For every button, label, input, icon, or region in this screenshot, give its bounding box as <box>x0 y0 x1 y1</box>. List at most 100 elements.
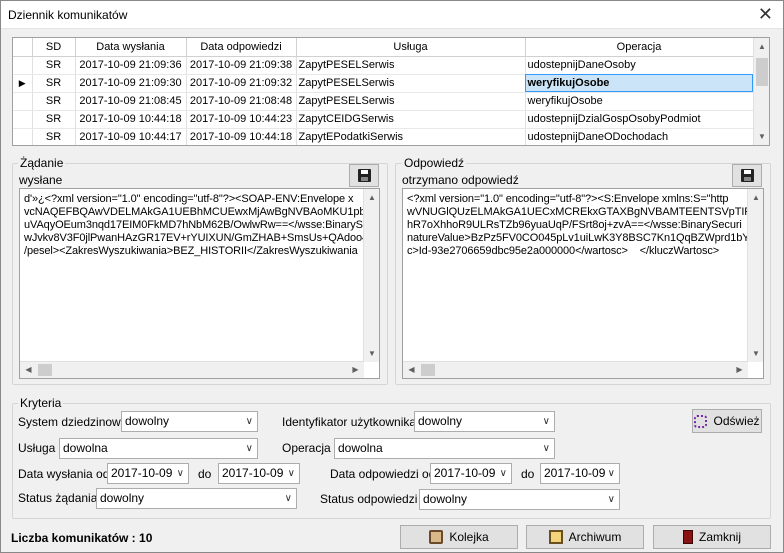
refresh-button[interactable]: Odśwież <box>692 409 762 433</box>
cell-sd[interactable]: SR <box>32 74 76 93</box>
chevron-down-icon: ∨ <box>607 468 615 479</box>
cell-sent-date[interactable]: 2017-10-09 21:09:36 <box>75 56 187 75</box>
response-vertical-scrollbar[interactable]: ▲ ▼ <box>747 189 763 362</box>
cell-sent-date[interactable]: 2017-10-09 21:08:45 <box>75 92 187 111</box>
request-textbox[interactable]: d'»¿<?xml version="1.0" encoding="utf-8"… <box>19 188 380 379</box>
title-bar: Dziennik komunikatów ✕ <box>1 1 783 29</box>
reply-to-date[interactable]: 2017-10-09 ∨ <box>540 463 620 484</box>
response-textbox[interactable]: <?xml version="1.0" encoding="utf-8"?><S… <box>402 188 764 379</box>
cell-sent-date[interactable]: 2017-10-09 10:44:18 <box>75 110 187 129</box>
cell-service[interactable]: ZapytEPodatkiSerwis <box>296 128 526 145</box>
save-request-button[interactable] <box>349 164 379 187</box>
queue-icon <box>429 530 444 544</box>
cell-sd[interactable]: SR <box>32 110 76 129</box>
cell-sd[interactable]: SR <box>32 56 76 75</box>
reply-to-value: 2017-10-09 <box>544 466 606 480</box>
cell-operation[interactable]: weryfikujOsobe <box>525 92 754 111</box>
cell-reply-date[interactable]: 2017-10-09 21:09:38 <box>186 56 297 75</box>
save-response-button[interactable] <box>732 164 762 187</box>
scroll-down-icon[interactable]: ▼ <box>364 345 379 362</box>
queue-button[interactable]: Kolejka <box>400 525 518 549</box>
sent-from-date[interactable]: 2017-10-09 ∨ <box>107 463 189 484</box>
column-header-service[interactable]: Usługa <box>296 38 526 57</box>
chevron-down-icon: ∨ <box>287 468 295 479</box>
cell-service[interactable]: ZapytPESELSerwis <box>296 56 526 75</box>
row-indicator <box>13 128 33 145</box>
close-icon[interactable]: ✕ <box>758 4 773 24</box>
scroll-left-icon[interactable]: ◀ <box>20 362 37 378</box>
cell-operation[interactable]: udostepnijDaneOsoby <box>525 56 754 75</box>
cell-operation[interactable]: udostepnijDzialGospOsobyPodmiot <box>525 110 754 129</box>
reply-from-date[interactable]: 2017-10-09 ∨ <box>430 463 512 484</box>
cell-service[interactable]: ZapytCEIDGSerwis <box>296 110 526 129</box>
cell-reply-date[interactable]: 2017-10-09 10:44:23 <box>186 110 297 129</box>
column-header-sd[interactable]: SD <box>32 38 76 57</box>
service-label: Usługa <box>18 441 56 455</box>
sent-to-label: do <box>198 467 212 481</box>
column-header-operation[interactable]: Operacja <box>525 38 754 57</box>
user-label: Identyfikator użytkownika <box>282 415 417 429</box>
chevron-down-icon: ∨ <box>542 416 550 427</box>
window-title: Dziennik komunikatów <box>8 8 128 22</box>
request-status-value: dowolny <box>100 491 145 505</box>
chevron-down-icon: ∨ <box>245 416 253 427</box>
grid-header: SD Data wysłania Data odpowiedzi Usługa … <box>13 38 754 57</box>
cell-operation[interactable]: udostepnijDaneODochodach <box>525 128 754 145</box>
reply-from-label: Data odpowiedzi od <box>330 467 436 481</box>
scroll-up-icon[interactable]: ▲ <box>748 189 763 206</box>
scroll-up-icon[interactable]: ▲ <box>754 38 769 55</box>
cell-reply-date[interactable]: 2017-10-09 21:09:32 <box>186 74 297 93</box>
archive-label: Archiwum <box>568 530 622 544</box>
system-select-value: dowolny <box>125 414 170 428</box>
cell-service[interactable]: ZapytPESELSerwis <box>296 92 526 111</box>
close-button[interactable]: Zamknij <box>653 525 771 549</box>
response-status-select[interactable]: dowolny ∨ <box>419 489 620 510</box>
table-row[interactable]: SR 2017-10-09 10:44:18 2017-10-09 10:44:23… <box>13 110 754 129</box>
response-sub-label: otrzymano odpowiedź <box>402 173 519 187</box>
scroll-up-icon[interactable]: ▲ <box>364 189 379 206</box>
cell-reply-date[interactable]: 2017-10-09 21:08:48 <box>186 92 297 111</box>
sent-from-label: Data wysłania od <box>18 467 110 481</box>
column-header-reply[interactable]: Data odpowiedzi <box>186 38 297 57</box>
cell-reply-date[interactable]: 2017-10-09 10:44:18 <box>186 128 297 145</box>
grid-vertical-scrollbar[interactable]: ▲ ▼ <box>753 38 769 145</box>
table-row[interactable]: SR 2017-10-09 21:08:45 2017-10-09 21:08:48… <box>13 92 754 111</box>
response-horizontal-scrollbar[interactable]: ◀ ▶ <box>403 361 748 378</box>
user-select-value: dowolny <box>418 414 463 428</box>
sent-to-date[interactable]: 2017-10-09 ∨ <box>218 463 300 484</box>
refresh-icon <box>694 414 708 428</box>
scroll-left-icon[interactable]: ◀ <box>403 362 420 378</box>
request-horizontal-scrollbar[interactable]: ◀ ▶ <box>20 361 364 378</box>
cell-sd[interactable]: SR <box>32 128 76 145</box>
table-row[interactable]: SR 2017-10-09 10:44:17 2017-10-09 10:44:18… <box>13 128 754 145</box>
request-vertical-scrollbar[interactable]: ▲ ▼ <box>363 189 379 362</box>
cell-sent-date[interactable]: 2017-10-09 10:44:17 <box>75 128 187 145</box>
request-status-select[interactable]: dowolny ∨ <box>96 488 297 509</box>
scroll-right-icon[interactable]: ▶ <box>731 362 748 378</box>
exit-door-icon <box>682 530 693 544</box>
table-row[interactable]: ▶ SR 2017-10-09 21:09:30 2017-10-09 21:09:3… <box>13 74 754 93</box>
cell-service[interactable]: ZapytPESELSerwis <box>296 74 526 93</box>
scroll-right-icon[interactable]: ▶ <box>347 362 364 378</box>
scroll-down-icon[interactable]: ▼ <box>754 128 769 145</box>
operation-select[interactable]: dowolna ∨ <box>334 438 555 459</box>
column-header-indicator <box>13 38 33 57</box>
table-row[interactable]: SR 2017-10-09 21:09:36 2017-10-09 21:09:38… <box>13 56 754 75</box>
service-select[interactable]: dowolna ∨ <box>59 438 258 459</box>
scroll-thumb[interactable] <box>756 58 768 86</box>
scroll-thumb[interactable] <box>38 364 52 376</box>
cell-sd[interactable]: SR <box>32 92 76 111</box>
system-select[interactable]: dowolny ∨ <box>121 411 258 432</box>
scroll-thumb[interactable] <box>421 364 435 376</box>
cell-operation[interactable]: weryfikujOsobe <box>525 74 754 93</box>
column-header-sent[interactable]: Data wysłania <box>75 38 187 57</box>
scroll-down-icon[interactable]: ▼ <box>748 345 763 362</box>
request-text: d'»¿<?xml version="1.0" encoding="utf-8"… <box>24 193 380 257</box>
user-select[interactable]: dowolny ∨ <box>414 411 555 432</box>
messages-grid[interactable]: SD Data wysłania Data odpowiedzi Usługa … <box>12 37 770 146</box>
archive-button[interactable]: Archiwum <box>526 525 644 549</box>
chevron-down-icon: ∨ <box>176 468 184 479</box>
service-select-value: dowolna <box>63 441 108 455</box>
cell-sent-date[interactable]: 2017-10-09 21:09:30 <box>75 74 187 93</box>
chevron-down-icon: ∨ <box>245 443 253 454</box>
